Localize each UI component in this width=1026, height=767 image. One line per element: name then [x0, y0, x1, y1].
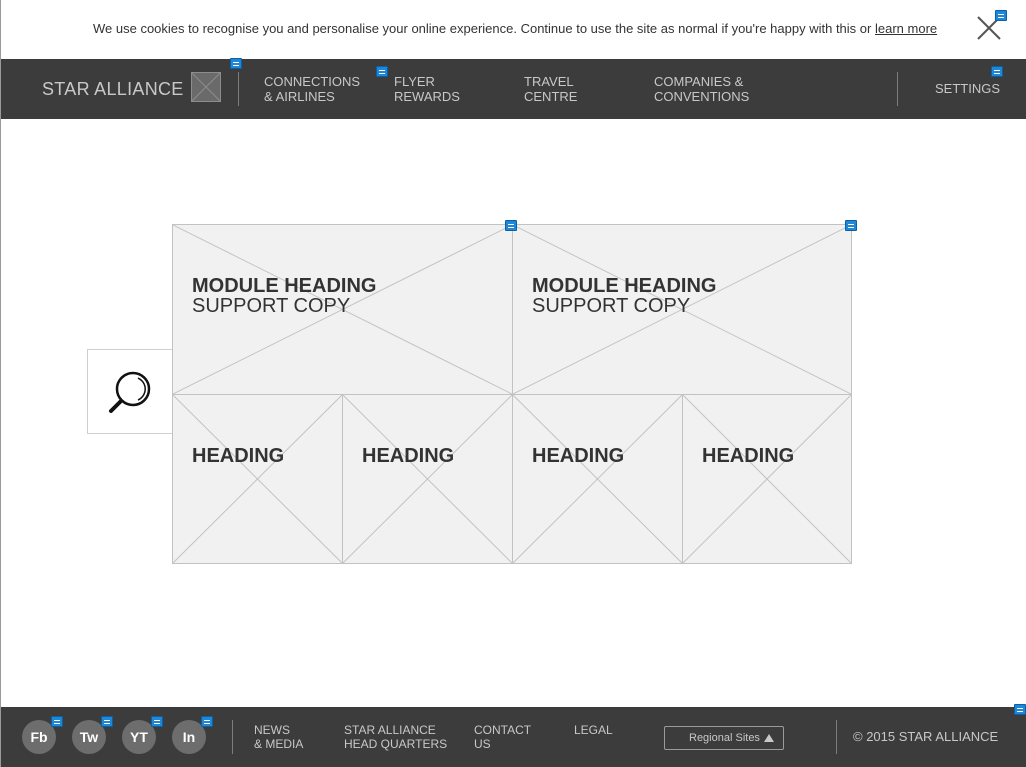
nav-label-line2: & AIRLINES — [264, 89, 335, 104]
module-small-4[interactable]: HEADING — [682, 394, 852, 564]
nav-label-line1: CONNECTIONS — [264, 74, 361, 89]
cookie-banner: We use cookies to recognise you and pers… — [1, 0, 1026, 59]
module-large-2[interactable]: MODULE HEADING SUPPORT COPY — [512, 224, 852, 395]
nav-flyer-rewards[interactable]: FLYER REWARDS — [394, 74, 460, 104]
footer-link-legal[interactable]: LEGAL — [574, 723, 613, 737]
footer-link-line2: & MEDIA — [254, 737, 304, 751]
nav-label-line2: CONVENTIONS — [654, 89, 750, 104]
nav-label-line1: TRAVEL — [524, 74, 574, 89]
annotation-note-icon[interactable] — [1014, 704, 1026, 715]
module-support-copy: SUPPORT COPY — [532, 295, 691, 317]
module-small-2[interactable]: HEADING — [342, 394, 513, 564]
module-heading: HEADING — [362, 445, 455, 467]
nav-label-line1: COMPANIES & — [654, 74, 744, 89]
header-divider — [238, 72, 239, 106]
module-heading: HEADING — [192, 445, 285, 467]
module-heading: HEADING — [532, 445, 625, 467]
module-heading: HEADING — [702, 445, 795, 467]
annotation-note-icon[interactable] — [845, 220, 857, 231]
search-icon — [109, 371, 151, 413]
brand-name[interactable]: STAR ALLIANCE — [42, 79, 184, 100]
nav-travel-centre[interactable]: TRAVEL CENTRE — [524, 74, 577, 104]
module-large-1[interactable]: MODULE HEADING SUPPORT COPY — [172, 224, 513, 395]
main-header: STAR ALLIANCE CONNECTIONS & AIRLINES FLY… — [1, 59, 1026, 119]
cookie-message: We use cookies to recognise you and pers… — [93, 21, 937, 36]
nav-connections-airlines[interactable]: CONNECTIONS & AIRLINES — [264, 74, 360, 104]
footer-link-line1: CONTACT — [474, 723, 532, 737]
annotation-note-icon[interactable] — [995, 10, 1007, 21]
annotation-note-icon[interactable] — [151, 716, 163, 727]
footer-link-line2: US — [474, 737, 491, 751]
footer-link-line1: NEWS — [254, 723, 290, 737]
search-button[interactable] — [87, 349, 173, 434]
annotation-note-icon[interactable] — [505, 220, 517, 231]
footer-divider — [836, 720, 837, 754]
annotation-note-icon[interactable] — [101, 716, 113, 727]
module-support-copy: SUPPORT COPY — [192, 295, 351, 317]
footer-link-line2: HEAD QUARTERS — [344, 737, 448, 751]
annotation-note-icon[interactable] — [230, 58, 242, 69]
settings-button[interactable]: SETTINGS — [935, 81, 1000, 96]
module-small-3[interactable]: HEADING — [512, 394, 683, 564]
regional-sites-dropdown[interactable]: Regional Sites — [664, 726, 784, 750]
footer-link-line1: STAR ALLIANCE — [344, 723, 436, 737]
module-small-1[interactable]: HEADING — [172, 394, 343, 564]
logo-placeholder-image[interactable] — [191, 72, 221, 102]
annotation-note-icon[interactable] — [376, 66, 388, 77]
footer-link-head-quarters[interactable]: STAR ALLIANCE HEAD QUARTERS — [344, 723, 447, 751]
nav-label-line2: CENTRE — [524, 89, 578, 104]
footer-link-line1: LEGAL — [574, 723, 613, 737]
copyright-text: © 2015 STAR ALLIANCE — [853, 729, 999, 744]
annotation-note-icon[interactable] — [51, 716, 63, 727]
learn-more-link[interactable]: learn more — [875, 21, 937, 36]
annotation-note-icon[interactable] — [201, 716, 213, 727]
footer-link-news-media[interactable]: NEWS & MEDIA — [254, 723, 303, 751]
footer-link-contact-us[interactable]: CONTACT US — [474, 723, 531, 751]
triangle-up-icon — [764, 734, 774, 742]
nav-label-line2: REWARDS — [394, 89, 460, 104]
nav-companies-conventions[interactable]: COMPANIES & CONVENTIONS — [654, 74, 749, 104]
regional-sites-label: Regional Sites — [689, 732, 760, 744]
nav-label-line1: FLYER — [394, 74, 435, 89]
header-divider — [897, 72, 898, 106]
footer-divider — [232, 720, 233, 754]
annotation-note-icon[interactable] — [991, 66, 1003, 77]
cookie-message-text: We use cookies to recognise you and pers… — [93, 21, 872, 36]
